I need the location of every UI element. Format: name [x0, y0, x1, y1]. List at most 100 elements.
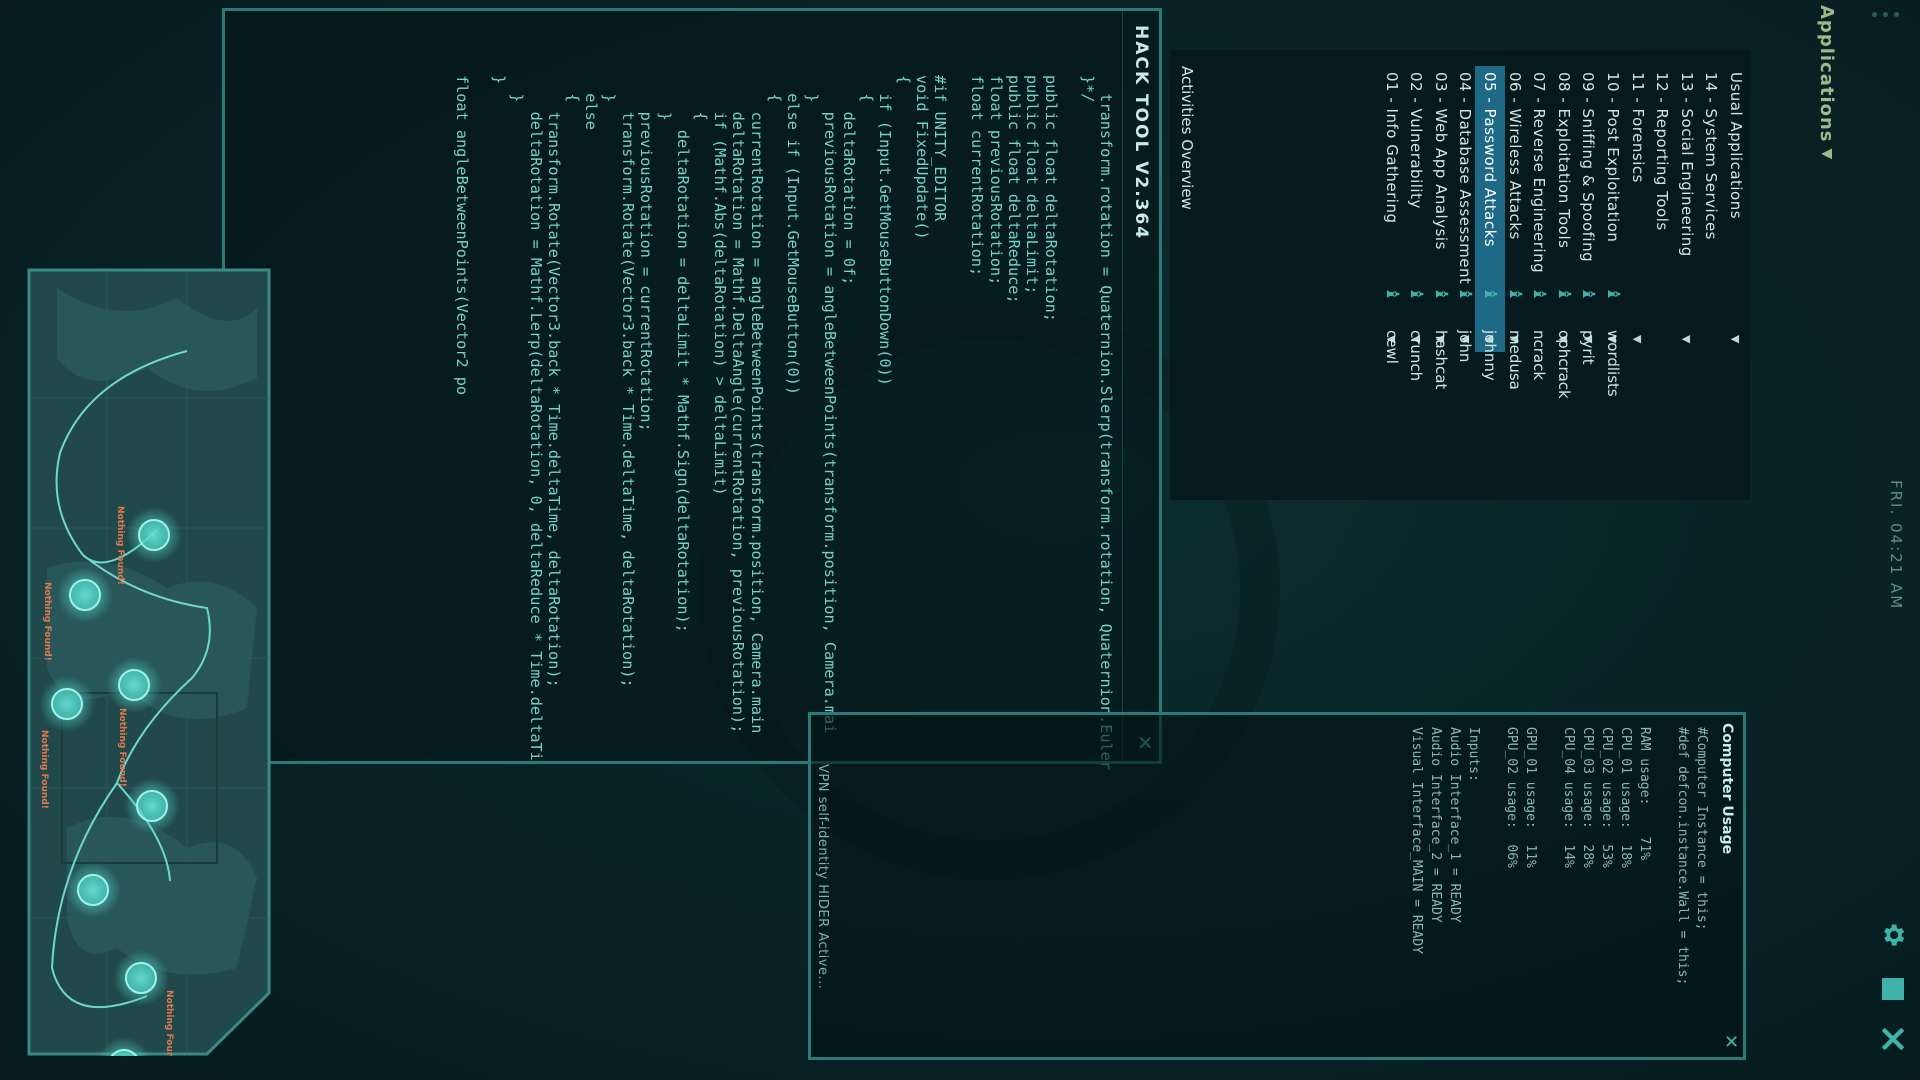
code-line: previousRotation = angleBetweenPoints(tr…: [821, 75, 840, 734]
code-line: if (Input.GetMouseButtonDown(0)): [876, 75, 895, 386]
code-line: public float deltaRotation;: [1041, 75, 1060, 322]
code-line: }: [490, 75, 509, 85]
menu-category-label: 14 - System Services: [1702, 72, 1721, 240]
usage-line: CPU_03 usage: 28%: [1580, 727, 1595, 868]
map-node[interactable]: [65, 862, 121, 918]
code-line: {: [563, 75, 582, 103]
code-line: deltaRotation = Mathf.Lerp(deltaRotation…: [526, 75, 545, 761]
applications-menu: 01 - Info Gathering ▼ 02 - Vulnerability ▼ 0…: [1170, 50, 1750, 500]
code-line: }: [655, 75, 674, 121]
submenu-arrow-icon: ▼: [1631, 335, 1645, 344]
code-line: currentRotation = angleBetweenPoints(tra…: [747, 75, 766, 734]
usage-line: Visual Interface_MAIN = READY: [1409, 727, 1424, 954]
menu-category-label: 05 - Password Attacks: [1481, 72, 1499, 248]
clock: FRI. 04:21 AM: [1887, 480, 1905, 611]
gear-icon[interactable]: [1876, 918, 1910, 952]
menu-category-label: 13 - Social Engineering: [1677, 72, 1696, 257]
menu-category-label: 07 - Reverse Engineering: [1530, 72, 1549, 274]
code-line: transform.Rotate(Vector3.back * Time.del…: [618, 75, 637, 688]
code-line: previousRotation = currentRotation;: [637, 75, 656, 432]
window-title: HACK TOOL V2.364: [1131, 25, 1151, 241]
menu-category-label: 12 - Reporting Tools: [1653, 72, 1672, 231]
usage-line: CPU_01 usage: 18%: [1618, 727, 1633, 868]
menu-category-label: 10 - Post Exploitation: [1604, 72, 1622, 243]
menu-tool-label: cewl: [1382, 330, 1401, 364]
menu-category-label: 03 - Web App Analysis: [1431, 72, 1450, 250]
code-line: deltaRotation = Mathf.DeltaAngle(current…: [729, 75, 748, 734]
code-line: }: [600, 75, 619, 103]
map-node[interactable]: [39, 676, 95, 732]
code-line: else: [582, 75, 601, 130]
window-title: Computer Usage: [1719, 723, 1735, 855]
code-line: {: [765, 75, 784, 103]
code-editor[interactable]: transform.rotation = Quaternion.Slerp(tr…: [453, 75, 1115, 770]
code-line: }: [802, 75, 821, 103]
usage-line: CPU_02 usage: 53%: [1599, 727, 1614, 868]
code-line: #if UNITY_EDITOR: [931, 75, 950, 222]
tool-app-icon: ♝: [1455, 286, 1476, 302]
menu-tool-label: johnny: [1481, 330, 1499, 381]
hack-tool-window: HACK TOOL V2.364 ✕ transform.rotation = …: [222, 8, 1162, 770]
menu-tool-label: hashcat: [1431, 330, 1450, 390]
usage-line: Audio Interface_1 = READY: [1447, 727, 1462, 923]
code-line: {: [857, 75, 876, 103]
overflow-dots-icon[interactable]: [1872, 12, 1902, 22]
tool-app-icon: ♝: [1529, 286, 1550, 302]
tool-app-icon: ♝: [1504, 286, 1525, 302]
map-node-label: Nothing Found!: [39, 730, 49, 809]
applications-menu-button[interactable]: Applications ▼: [1812, 5, 1842, 225]
code-line: {: [894, 75, 913, 85]
activities-overview[interactable]: Activities Overview: [1172, 66, 1196, 326]
usage-line: CPU_04 usage: 14%: [1561, 727, 1576, 868]
usage-line: [1540, 727, 1559, 985]
usage-line: #def defcon.instance.Wall = this;: [1675, 727, 1690, 986]
usage-line: [1654, 727, 1673, 985]
map-node[interactable]: [124, 778, 180, 834]
map-node-label: Nothing Found!: [42, 582, 52, 661]
code-line: deltaRotation = deltaLimit * Mathf.Sign(…: [674, 75, 693, 633]
code-line: }: [508, 75, 527, 103]
menu-tool-label: ncrack: [1530, 330, 1549, 381]
usage-line: [1483, 727, 1502, 985]
code-line: transform.Rotate(Vector3.back * Time.del…: [545, 75, 564, 688]
map-node[interactable]: [126, 507, 182, 563]
code-line: else if (Input.GetMouseButton(0)): [784, 75, 803, 396]
menu-category-label: 01 - Info Gathering: [1382, 72, 1401, 224]
triangle-down-icon: ▼: [1819, 148, 1835, 161]
map-node-label: Nothing Found!: [117, 708, 127, 787]
map-node[interactable]: [113, 950, 169, 1006]
map-node-label: Nothing Found!: [115, 506, 125, 585]
usage-line: GPU_02 usage: 06%: [1504, 727, 1519, 868]
code-line: float angleBetweenPoints(Vector2 po: [453, 75, 472, 396]
menu-tool-label: wordlists: [1604, 330, 1622, 397]
code-line: if (Mathf.Abs(deltaRotation) > deltaLimi…: [710, 75, 729, 496]
menu-tool-label: crunch: [1407, 330, 1426, 382]
code-line: deltaRotation = 0f;: [839, 75, 858, 286]
close-icon[interactable]: [1876, 1022, 1910, 1056]
tool-app-icon: ♝: [1480, 286, 1500, 302]
close-icon[interactable]: ✕: [1720, 1034, 1741, 1049]
map-node[interactable]: [106, 657, 162, 713]
usage-line: Inputs:: [1466, 727, 1481, 782]
vpn-status: VPN self-identity HIDER Active...: [815, 764, 830, 990]
code-line: void FixedUpdate(): [913, 75, 932, 240]
menu-tool-label: john: [1456, 330, 1475, 363]
map-node[interactable]: [57, 567, 113, 623]
menu-category-label: Usual Applications: [1727, 72, 1745, 220]
usage-line: RAM usage: 71%: [1637, 727, 1652, 861]
tool-app-icon: ♝: [1430, 286, 1451, 302]
network-map[interactable]: Nothing Found! Nothing Found! Nothing Foun…: [27, 268, 271, 1056]
menu-category-item[interactable]: Usual Applications ▼: [1721, 66, 1751, 352]
code-line: float previousRotation;: [986, 75, 1005, 286]
tool-app-icon: ♝: [1553, 286, 1574, 302]
applications-label: Applications: [1816, 5, 1838, 143]
menu-category-label: 04 - Database Assessment: [1456, 72, 1475, 285]
square-icon[interactable]: [1876, 972, 1910, 1006]
code-line: float currentRotation;: [968, 75, 987, 277]
usage-line: GPU_01 usage: 11%: [1523, 727, 1538, 868]
computer-usage-window: Computer Usage ✕ #Computer Instance = th…: [808, 712, 1746, 1060]
usage-line: #Computer Instance = this;: [1694, 727, 1709, 931]
menu-tool-item[interactable]: ♝ wordlists: [1598, 280, 1628, 480]
